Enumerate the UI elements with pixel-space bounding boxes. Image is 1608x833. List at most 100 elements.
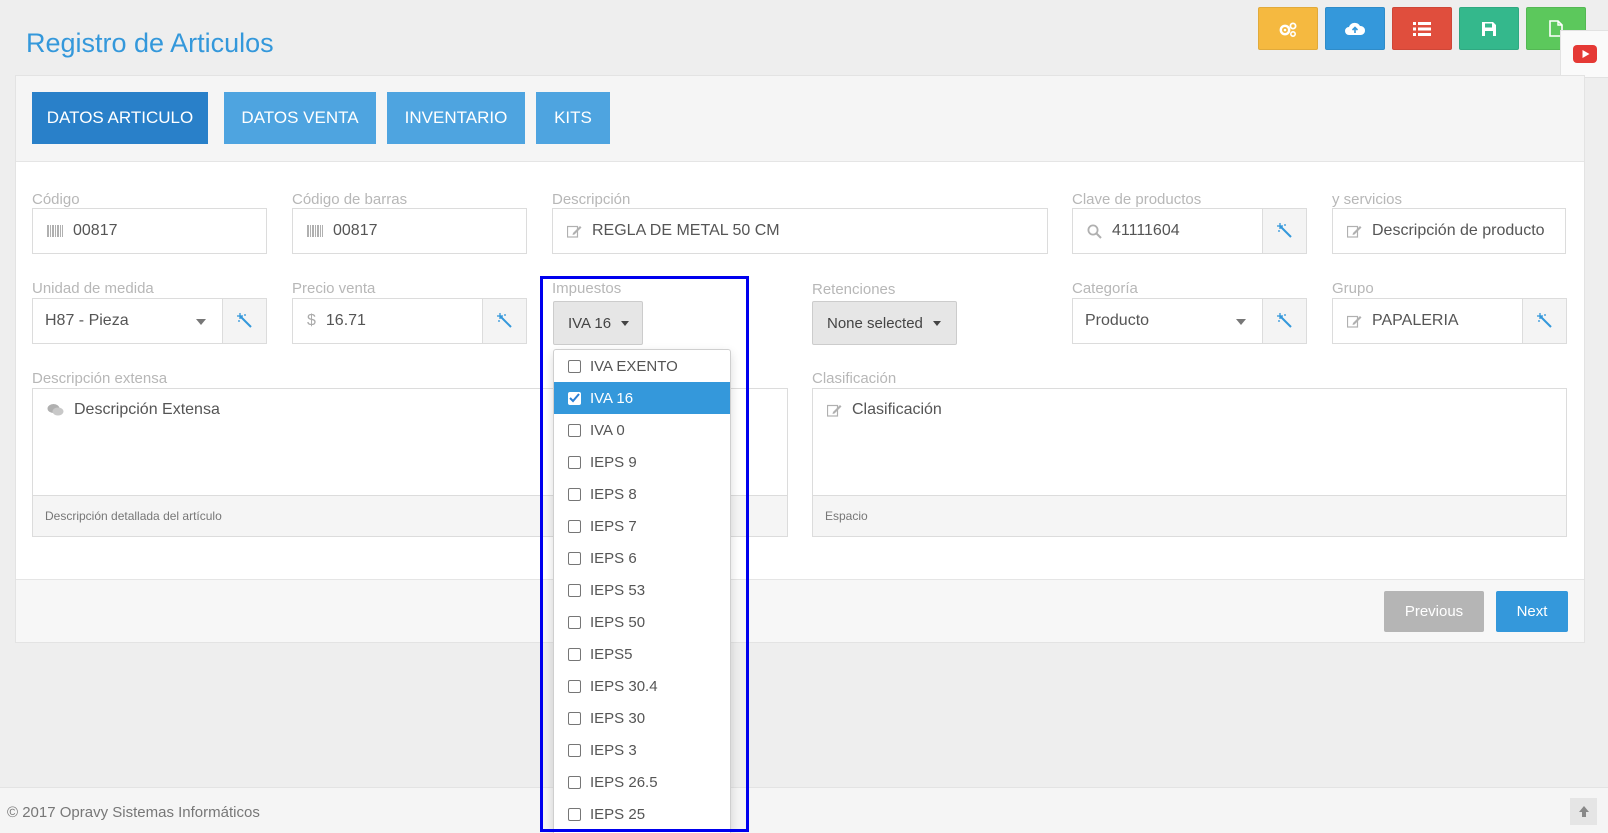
option-label: IEPS 8 — [590, 485, 637, 503]
impuestos-option[interactable]: IEPS 9 — [554, 446, 730, 478]
option-label: IVA 16 — [590, 389, 634, 407]
caret-down-icon — [1236, 319, 1246, 325]
checkbox[interactable] — [568, 519, 581, 533]
grupo-magic-button[interactable] — [1522, 298, 1567, 344]
impuestos-multiselect-button[interactable]: IVA 16 — [553, 301, 643, 345]
impuestos-option[interactable]: IEPS 3 — [554, 734, 730, 766]
precio-magic-button[interactable] — [482, 298, 527, 344]
retenciones-value: None selected — [827, 314, 923, 332]
clave-productos-label: Clave de productos — [1072, 191, 1202, 208]
magic-wand-icon — [496, 313, 512, 328]
option-label: IEPS5 — [590, 645, 633, 663]
precio-field[interactable]: $ 16.71 — [292, 298, 483, 344]
scroll-to-top-button[interactable] — [1570, 798, 1597, 825]
impuestos-option[interactable]: IVA 0 — [554, 414, 730, 446]
impuestos-option[interactable]: IEPS 8 — [554, 478, 730, 510]
impuestos-option[interactable]: IEPS 30.4 — [554, 670, 730, 702]
tab-inventario[interactable]: INVENTARIO — [387, 92, 525, 144]
caret-down-icon — [196, 319, 206, 325]
checkbox-checked[interactable] — [568, 391, 581, 405]
comments-icon — [47, 404, 64, 416]
page-title: Registro de Articulos — [26, 28, 274, 58]
option-label: IEPS 25 — [590, 805, 646, 823]
impuestos-option[interactable]: IEPS 6 — [554, 542, 730, 574]
retenciones-label: Retenciones — [812, 281, 896, 298]
unidad-value: H87 - Pieza — [45, 312, 129, 329]
checkbox[interactable] — [568, 455, 581, 469]
impuestos-dropdown-menu: IVA EXENTO IVA 16 IVA 0 IEPS 9 IEPS 8 IE… — [553, 349, 731, 833]
impuestos-option[interactable]: IEPS 26.5 — [554, 766, 730, 798]
next-button[interactable]: Next — [1496, 591, 1568, 632]
edit-icon — [827, 404, 842, 417]
clave-productos-magic-button[interactable] — [1262, 208, 1307, 254]
caret-down-icon — [621, 320, 630, 326]
edit-icon — [1347, 224, 1362, 238]
option-label: IVA EXENTO — [590, 357, 678, 375]
checkbox[interactable] — [568, 423, 581, 437]
previous-button[interactable]: Previous — [1384, 591, 1484, 632]
option-label: IEPS 26.5 — [590, 773, 658, 791]
impuestos-option[interactable]: IEPS 53 — [554, 574, 730, 606]
option-label: IEPS 9 — [590, 453, 637, 471]
clasificacion-label: Clasificación — [812, 370, 897, 387]
checkbox[interactable] — [568, 775, 581, 789]
unidad-magic-button[interactable] — [222, 298, 267, 344]
grupo-label: Grupo — [1332, 280, 1374, 297]
checkbox[interactable] — [568, 487, 581, 501]
tab-datos-venta[interactable]: DATOS VENTA — [224, 92, 376, 144]
checkbox[interactable] — [568, 679, 581, 693]
impuestos-option[interactable]: IEPS 30 — [554, 702, 730, 734]
option-label: IEPS 30.4 — [590, 677, 658, 695]
list-button[interactable] — [1392, 7, 1452, 50]
precio-value: 16.71 — [325, 312, 366, 329]
list-icon — [1413, 21, 1431, 36]
checkbox[interactable] — [568, 807, 581, 821]
impuestos-option[interactable]: IVA 16 — [554, 382, 730, 414]
impuestos-option[interactable]: IVA EXENTO — [554, 350, 730, 382]
checkbox[interactable] — [568, 551, 581, 565]
unidad-select[interactable]: H87 - Pieza — [32, 298, 223, 344]
option-label: IEPS 6 — [590, 549, 637, 567]
codigo-barras-field[interactable]: 00817 — [292, 208, 527, 254]
desc-extensa-placeholder: Descripción Extensa — [74, 401, 220, 418]
impuestos-option[interactable]: IEPS5 — [554, 638, 730, 670]
codigo-label: Código — [32, 191, 80, 208]
codigo-field[interactable]: 00817 — [32, 208, 267, 254]
unidad-label: Unidad de medida — [32, 280, 154, 297]
retenciones-multiselect-button[interactable]: None selected — [812, 301, 957, 345]
categoria-value: Producto — [1085, 312, 1150, 329]
edit-icon — [1347, 314, 1362, 328]
settings-button[interactable] — [1258, 7, 1318, 50]
copyright-text: © 2017 Opravy Sistemas Informáticos — [7, 804, 260, 821]
save-button[interactable] — [1459, 7, 1519, 50]
save-icon — [1482, 21, 1496, 36]
clasificacion-help: Espacio — [812, 495, 1567, 537]
checkbox[interactable] — [568, 647, 581, 661]
servicios-field[interactable]: Descripción de producto — [1332, 208, 1566, 254]
impuestos-option[interactable]: IEPS 25 — [554, 798, 730, 830]
grupo-field[interactable]: PAPALERIA — [1332, 298, 1523, 344]
checkbox[interactable] — [568, 359, 581, 373]
youtube-tab[interactable] — [1560, 30, 1608, 78]
clave-productos-value: 41111604 — [1112, 222, 1180, 239]
descripcion-field[interactable]: REGLA DE METAL 50 CM — [552, 208, 1048, 254]
impuestos-label: Impuestos — [552, 280, 622, 297]
checkbox[interactable] — [568, 711, 581, 725]
impuestos-option[interactable]: IEPS 50 — [554, 606, 730, 638]
categoria-magic-button[interactable] — [1262, 298, 1307, 344]
categoria-select[interactable]: Producto — [1072, 298, 1263, 344]
impuestos-option[interactable]: IEPS 7 — [554, 510, 730, 542]
youtube-icon — [1572, 45, 1597, 63]
tab-kits[interactable]: KITS — [536, 92, 610, 144]
checkbox[interactable] — [568, 583, 581, 597]
search-icon — [1087, 224, 1102, 239]
tab-datos-articulo[interactable]: DATOS ARTICULO — [32, 92, 208, 144]
checkbox[interactable] — [568, 615, 581, 629]
cloud-upload-button[interactable] — [1325, 7, 1385, 50]
checkbox[interactable] — [568, 743, 581, 757]
edit-icon — [567, 224, 582, 238]
currency-symbol: $ — [307, 312, 316, 329]
wizard-footer: Previous Next — [16, 579, 1584, 642]
clasificacion-textarea[interactable]: Clasificación — [812, 388, 1567, 496]
clave-productos-field[interactable]: 41111604 — [1072, 208, 1263, 254]
